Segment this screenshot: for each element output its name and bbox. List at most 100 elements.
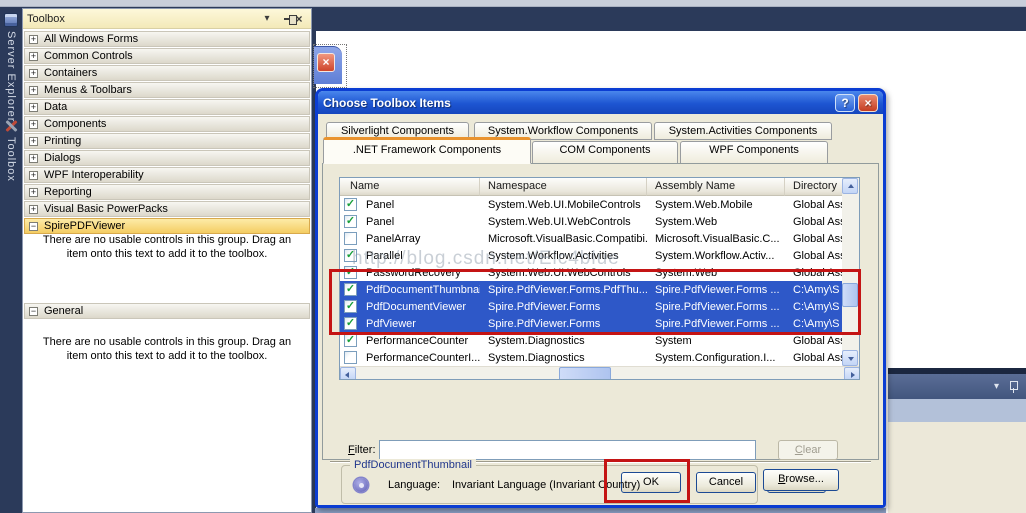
toolbox-category-label: Common Controls [44,50,133,62]
toolbox-category[interactable]: +Visual Basic PowerPacks [24,201,310,217]
properties-panel-body [888,422,1026,513]
toolbox-category-general[interactable]: − General [24,303,310,320]
gear-icon [354,478,368,492]
horizontal-scrollbar[interactable] [340,366,860,380]
cell-assembly: System.Workflow.Activ... [647,250,785,262]
table-row[interactable]: ✓PdfViewerSpire.PdfViewer.FormsSpire.Pdf… [340,315,844,332]
table-row[interactable]: ✓PdfDocumentViewerSpire.PdfViewer.FormsS… [340,298,844,315]
sidebar-tab-server-explorer[interactable]: Server Explorer [0,13,22,123]
filter-input[interactable] [379,440,756,460]
expand-icon[interactable]: + [29,69,38,78]
table-row[interactable]: ✓ParallelSystem.Workflow.ActivitiesSyste… [340,247,844,264]
toolbox-category[interactable]: +Menus & Toolbars [24,82,310,98]
cell-assembly: System.Web.Mobile [647,199,785,211]
checkbox-cell: ✓ [340,266,364,279]
cell-namespace: Spire.PdfViewer.Forms.PdfThu... [480,284,647,296]
toolbox-category[interactable]: +Containers [24,65,310,81]
scroll-up-button[interactable] [842,178,858,194]
vertical-scrollbar[interactable] [842,178,859,366]
column-header-namespace[interactable]: Namespace [480,178,647,196]
pin-icon[interactable] [275,12,291,26]
server-explorer-icon [4,13,18,27]
browse-button[interactable]: Browse... [763,469,839,491]
cell-directory: Global Ass [785,199,844,211]
vertical-scroll-thumb[interactable] [842,283,858,307]
expand-icon[interactable]: + [29,35,38,44]
expand-icon[interactable]: + [29,188,38,197]
form-close-icon[interactable]: × [317,53,335,72]
toolbox-category-selected[interactable]: −SpirePDFViewer [24,218,310,234]
expand-icon[interactable]: + [29,205,38,214]
row-checkbox[interactable]: ✓ [344,283,357,296]
toolbox-category-label: Components [44,118,106,130]
window-menu-caret-icon[interactable]: ▾ [994,381,999,392]
pin-icon[interactable] [1009,380,1018,393]
table-row[interactable]: ✓PerformanceCounterSystem.DiagnosticsSys… [340,332,844,349]
toolbox-empty-message: There are no usable controls in this gro… [34,335,300,363]
row-checkbox[interactable]: ✓ [344,249,357,262]
toolbox-category[interactable]: + Common Controls [24,48,310,64]
table-row[interactable]: ✓PdfDocumentThumbnailSpire.PdfViewer.For… [340,281,844,298]
toolbox-category[interactable]: + Components [24,116,310,132]
toolbox-panel: Toolbox ▾ × +All Windows Forms+Common Co… [22,8,312,513]
tab-net-framework-components[interactable]: .NET Framework Components [323,137,531,164]
toolbox-category[interactable]: +All Windows Forms [24,31,310,47]
row-checkbox[interactable]: ✓ [344,334,357,347]
clear-button[interactable]: Clear [778,440,838,460]
column-header-name[interactable]: Name [340,178,480,196]
expand-icon[interactable]: + [29,171,38,180]
table-row[interactable]: PerformanceCounterI...System.Diagnostics… [340,349,844,366]
tab-com-components[interactable]: COM Components [532,141,678,164]
dialog-title: Choose Toolbox Items [323,96,832,110]
row-checkbox[interactable]: ✓ [344,266,357,279]
toolbox-category[interactable]: +Printing [24,133,310,149]
row-checkbox[interactable] [344,232,357,245]
sidebar-tab-toolbox[interactable]: Toolbox [0,119,22,219]
scroll-left-button[interactable] [340,367,356,380]
cell-namespace: System.Workflow.Activities [480,250,647,262]
row-checkbox[interactable] [344,351,357,364]
cell-namespace: System.Web.UI.WebControls [480,267,647,279]
expand-icon[interactable]: + [29,103,38,112]
toolbox-category[interactable]: +Dialogs [24,150,310,166]
collapse-icon[interactable]: − [29,222,38,231]
table-row[interactable]: ✓PanelSystem.Web.UI.WebControlsSystem.We… [340,213,844,230]
expand-icon[interactable]: + [29,86,38,95]
tab-wpf-components[interactable]: WPF Components [680,141,828,164]
sidebar-tab-label: Server Explorer [5,31,17,122]
window-menu-caret-icon[interactable]: ▾ [259,12,275,26]
close-icon[interactable]: × [858,94,878,112]
cell-directory: Global Ass [785,233,844,245]
collapse-icon[interactable]: − [29,307,38,316]
toolbox-category[interactable]: +Data [24,99,310,115]
expand-icon[interactable]: + [29,52,38,61]
tab-system-activities-components[interactable]: System.Activities Components [654,122,832,140]
horizontal-scroll-thumb[interactable] [559,367,611,380]
scroll-down-button[interactable] [842,350,858,366]
cell-directory: Global Ass [785,335,844,347]
top-toolbar-strip [0,0,1026,7]
expand-icon[interactable]: + [29,120,38,129]
cell-assembly: Spire.PdfViewer.Forms ... [647,301,785,313]
list-header: NameNamespaceAssembly NameDirectory [340,178,844,196]
expand-icon[interactable]: + [29,154,38,163]
table-row[interactable]: ✓PasswordRecoverySystem.Web.UI.WebContro… [340,264,844,281]
checkbox-cell [340,232,364,245]
toolbox-category[interactable]: +WPF Interoperability [24,167,310,183]
cell-namespace: System.Web.UI.WebControls [480,216,647,228]
row-checkbox[interactable]: ✓ [344,317,357,330]
row-checkbox[interactable]: ✓ [344,198,357,211]
table-row[interactable]: PanelArrayMicrosoft.VisualBasic.Compatib… [340,230,844,247]
row-checkbox[interactable]: ✓ [344,300,357,313]
up-arrow-icon [848,184,854,188]
expand-icon[interactable]: + [29,137,38,146]
column-header-directory[interactable]: Directory [785,178,844,196]
scroll-right-button[interactable] [844,367,860,380]
help-icon[interactable]: ? [835,94,855,112]
table-row[interactable]: ✓PanelSystem.Web.UI.MobileControlsSystem… [340,196,844,213]
toolbox-category-label: General [44,305,83,317]
column-header-assembly-name[interactable]: Assembly Name [647,178,785,196]
toolbox-icon [4,119,18,133]
toolbox-category[interactable]: +Reporting [24,184,310,200]
row-checkbox[interactable]: ✓ [344,215,357,228]
